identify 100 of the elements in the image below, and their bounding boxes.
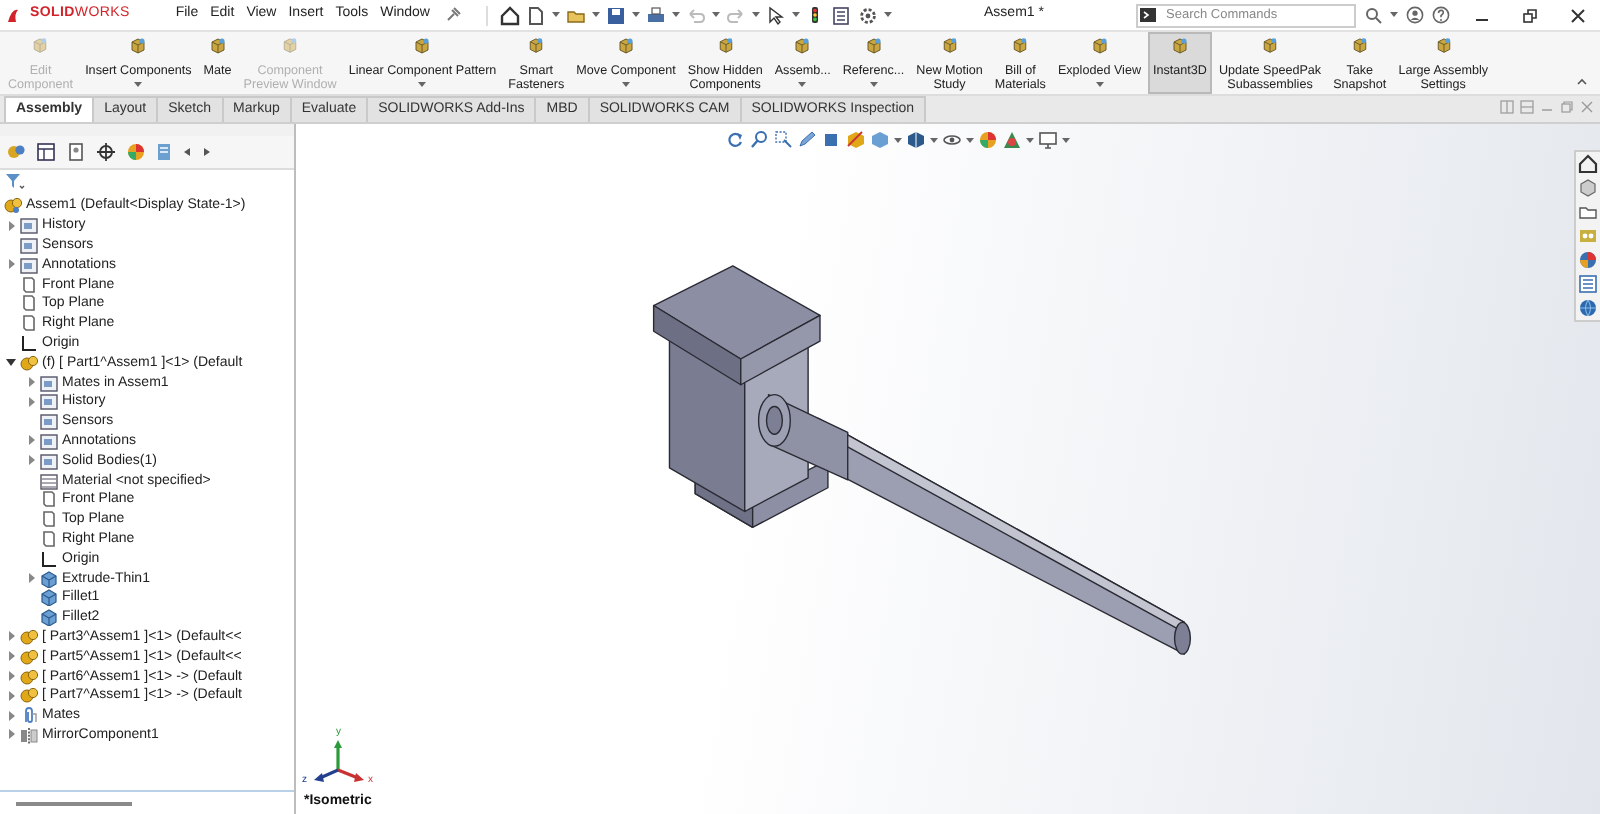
component-icon: [526, 36, 547, 56]
component-icon: [207, 36, 228, 56]
help-icon[interactable]: [1432, 6, 1450, 24]
cube-icon: [40, 569, 58, 588]
gears-icon: [20, 647, 38, 666]
collapsed-arrow-icon[interactable]: [6, 219, 16, 232]
gears-icon: [20, 627, 38, 646]
expanded-arrow-icon[interactable]: [6, 356, 16, 369]
appearance-tab-icon[interactable]: [126, 142, 146, 162]
paperclip-icon: [20, 706, 38, 725]
section-view-icon[interactable]: [846, 130, 866, 150]
configuration-tab-icon[interactable]: [66, 142, 86, 162]
collapsed-arrow-icon[interactable]: [26, 395, 36, 408]
scene-icon[interactable]: [1002, 130, 1022, 150]
cube-icon[interactable]: [1578, 178, 1598, 198]
assembly-icon: [4, 196, 22, 215]
collapse-ribbon-icon[interactable]: [1576, 76, 1588, 86]
settings-icon[interactable]: [858, 5, 878, 25]
caret-icon[interactable]: [752, 12, 760, 18]
pencil-icon[interactable]: [798, 130, 818, 150]
component-icon: [939, 36, 960, 56]
caret-icon[interactable]: [930, 137, 938, 143]
search-icon[interactable]: [750, 130, 770, 150]
component-icon: [1433, 36, 1454, 56]
color-wheel-icon[interactable]: [1578, 250, 1598, 270]
gears-icon: [20, 353, 38, 372]
crosshair-icon[interactable]: [96, 142, 116, 162]
filter-icon[interactable]: [4, 172, 26, 190]
component-icon: [792, 36, 813, 56]
display-style-icon[interactable]: [906, 130, 926, 150]
collapsed-arrow-icon[interactable]: [6, 650, 16, 663]
document-tab-icon[interactable]: [156, 142, 172, 162]
caret-icon[interactable]: [884, 12, 892, 18]
caret-icon[interactable]: [712, 12, 720, 18]
save-icon[interactable]: [606, 5, 626, 25]
box-icon[interactable]: [822, 130, 842, 150]
feature-tree-tab-icon[interactable]: [6, 142, 26, 162]
eye-icon[interactable]: [942, 130, 962, 150]
search-icon[interactable]: [1364, 6, 1382, 24]
property-tab-icon[interactable]: [36, 142, 56, 162]
gears-icon: [20, 667, 38, 686]
pointer-icon[interactable]: [766, 5, 786, 25]
zoom-area-icon[interactable]: [774, 130, 794, 150]
caret-icon[interactable]: [1390, 12, 1398, 18]
collapsed-arrow-icon[interactable]: [26, 434, 36, 447]
caret-icon[interactable]: [1062, 137, 1070, 143]
scrollbar-thumb[interactable]: [16, 801, 132, 805]
component-icon: [128, 36, 149, 56]
component-icon: [1089, 36, 1110, 56]
collapsed-arrow-icon[interactable]: [6, 709, 16, 722]
axes-icon: [40, 549, 58, 568]
rotate-arrow-icon[interactable]: [726, 130, 746, 150]
material-icon: [40, 471, 58, 490]
printer-icon[interactable]: [646, 5, 666, 25]
restore-icon[interactable]: [1522, 7, 1538, 23]
component-icon: [616, 36, 637, 56]
caret-icon[interactable]: [592, 12, 600, 18]
component-icon: [715, 36, 736, 56]
collapsed-arrow-icon[interactable]: [6, 670, 16, 683]
collapsed-arrow-icon[interactable]: [26, 454, 36, 467]
caret-icon[interactable]: [966, 137, 974, 143]
folder-icon[interactable]: [1578, 202, 1598, 222]
collapsed-arrow-icon[interactable]: [6, 630, 16, 643]
caret-icon[interactable]: [792, 12, 800, 18]
folder-icon[interactable]: [566, 5, 586, 25]
logo-icon: [6, 6, 22, 24]
collapsed-arrow-icon[interactable]: [6, 689, 16, 702]
cube-icon[interactable]: [870, 130, 890, 150]
close-icon[interactable]: [1570, 7, 1586, 23]
caret-icon[interactable]: [894, 137, 902, 143]
tile-icon[interactable]: [1520, 100, 1534, 114]
document-icon[interactable]: [526, 5, 546, 25]
tile-icon[interactable]: [1500, 100, 1514, 114]
home-icon[interactable]: [1578, 154, 1598, 174]
home-icon[interactable]: [500, 5, 520, 25]
caret-icon[interactable]: [1026, 137, 1034, 143]
caret-icon[interactable]: [632, 12, 640, 18]
component-icon: [1169, 36, 1190, 56]
appearance-icon[interactable]: [978, 130, 998, 150]
collapsed-arrow-icon[interactable]: [6, 728, 16, 741]
scroll-right-icon[interactable]: [202, 146, 212, 158]
caret-icon[interactable]: [672, 12, 680, 18]
scroll-left-icon[interactable]: [182, 146, 192, 158]
gears-icon: [20, 686, 38, 705]
component-icon: [1349, 36, 1370, 56]
globe-icon[interactable]: [1578, 298, 1598, 318]
cube-icon: [40, 608, 58, 627]
user-icon[interactable]: [1406, 6, 1424, 24]
list-icon[interactable]: [1578, 274, 1598, 294]
monitor-icon[interactable]: [1038, 130, 1058, 150]
component-icon: [30, 36, 51, 56]
list-icon[interactable]: [832, 5, 852, 25]
collapsed-arrow-icon[interactable]: [26, 572, 36, 585]
collapsed-arrow-icon[interactable]: [6, 258, 16, 271]
collapsed-arrow-icon[interactable]: [26, 376, 36, 389]
caret-icon[interactable]: [552, 12, 560, 18]
pin-icon[interactable]: [444, 6, 462, 24]
component-icon: [1260, 36, 1281, 56]
component-icon: [412, 36, 433, 56]
component-icon: [1010, 36, 1031, 56]
